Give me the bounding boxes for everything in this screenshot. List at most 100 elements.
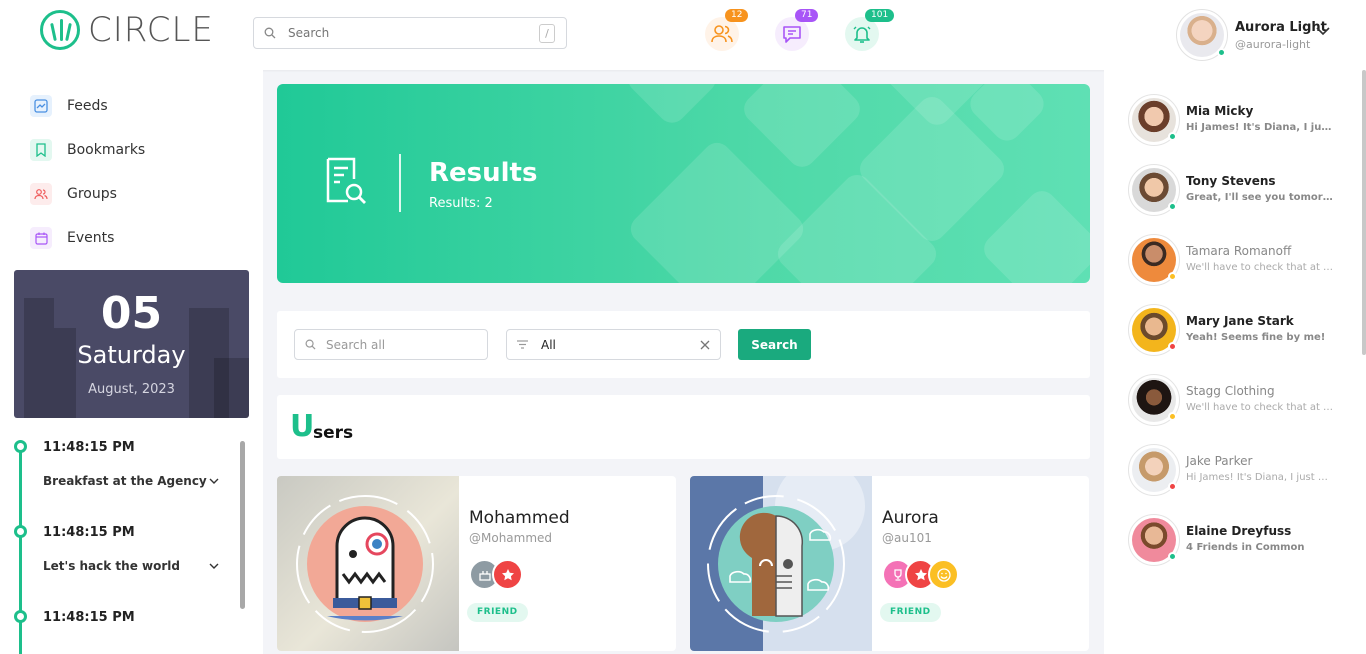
header-search[interactable]: / xyxy=(253,17,567,49)
left-sidebar: Feeds Bookmarks Groups Events 05 Saturda… xyxy=(0,70,263,654)
nav-label: Bookmarks xyxy=(67,142,146,158)
chat-item[interactable]: Tony Stevens Great, I'll see you tomorro… xyxy=(1128,164,1358,222)
chat-name: Mary Jane Stark xyxy=(1186,314,1294,328)
date-day: 05 xyxy=(100,288,163,339)
calendar-icon xyxy=(30,227,52,249)
banner-title: Results xyxy=(429,158,538,188)
nav-item-bookmarks[interactable]: Bookmarks xyxy=(30,139,145,161)
filter-bar: Search all All Search xyxy=(277,311,1090,378)
user-card-handle: @au101 xyxy=(882,531,932,545)
online-status-dot xyxy=(1217,48,1226,57)
search-all-field[interactable]: Search all xyxy=(294,329,488,360)
chevron-down-icon[interactable] xyxy=(209,478,219,485)
status-dot xyxy=(1168,342,1177,351)
timeline-time: 11:48:15 PM xyxy=(43,610,135,625)
status-dot xyxy=(1168,552,1177,561)
messages-count-badge: 71 xyxy=(795,9,819,22)
chat-item[interactable]: Jake Parker Hi James! It's Diana, I just… xyxy=(1128,444,1358,502)
users-icon xyxy=(711,25,733,43)
chat-name: Stagg Clothing xyxy=(1186,384,1275,398)
feeds-icon xyxy=(30,95,52,117)
nav-label: Events xyxy=(67,230,115,246)
status-dot xyxy=(1168,482,1177,491)
date-card: 05 Saturday August, 2023 xyxy=(14,270,249,418)
users-heading-rest: sers xyxy=(313,423,354,443)
user-name: Aurora Light xyxy=(1235,19,1327,35)
bell-icon xyxy=(853,26,871,43)
search-all-placeholder: Search all xyxy=(326,337,386,352)
user-card[interactable]: Aurora @au101 FRIEND xyxy=(690,476,1089,651)
chat-sidebar: Mia Micky Hi James! It's Diana, I just w… xyxy=(1104,70,1366,654)
chevron-down-icon[interactable] xyxy=(209,563,219,570)
status-dot xyxy=(1168,272,1177,281)
bookmark-icon xyxy=(30,139,52,161)
nav-label: Feeds xyxy=(67,98,108,114)
logo-icon xyxy=(40,10,80,50)
friends-button[interactable]: 12 xyxy=(705,9,749,51)
logo[interactable]: CIRCLE xyxy=(40,10,214,50)
chat-name: Jake Parker xyxy=(1186,454,1253,468)
search-icon xyxy=(305,339,316,350)
users-section-header: U sers xyxy=(277,395,1090,459)
close-icon[interactable] xyxy=(700,340,710,350)
users-heading-initial: U xyxy=(290,409,315,444)
messages-button[interactable]: 71 xyxy=(775,9,819,51)
user-card-handle: @Mohammed xyxy=(469,531,553,545)
chat-sidebar-scrollbar[interactable] xyxy=(1362,70,1366,355)
friend-tag: FRIEND xyxy=(880,603,941,622)
user-card-name[interactable]: Mohammed xyxy=(469,508,570,528)
header-search-input[interactable] xyxy=(288,26,528,40)
chat-message: Yeah! Seems fine by me! xyxy=(1186,332,1326,343)
timeline-time: 11:48:15 PM xyxy=(43,525,135,540)
search-icon xyxy=(264,27,276,39)
chat-message: Hi James! It's Diana, I just wanted to l… xyxy=(1186,472,1336,483)
date-month-year: August, 2023 xyxy=(88,382,175,397)
type-select[interactable]: All xyxy=(506,329,721,360)
nav-label: Groups xyxy=(67,186,117,202)
user-card-name[interactable]: Aurora xyxy=(882,508,939,528)
user-cover-image xyxy=(690,476,872,651)
nav-item-feeds[interactable]: Feeds xyxy=(30,95,108,117)
search-document-icon xyxy=(326,157,366,204)
status-dot xyxy=(1168,412,1177,421)
chevron-down-icon[interactable] xyxy=(1316,27,1330,36)
date-weekday: Saturday xyxy=(77,341,186,369)
timeline-event-title[interactable]: Breakfast at the Agency xyxy=(43,474,207,488)
notifications-button[interactable]: 101 xyxy=(845,9,895,51)
search-button[interactable]: Search xyxy=(738,329,811,360)
search-shortcut-key: / xyxy=(539,24,555,43)
user-card[interactable]: Mohammed @Mohammed FRIEND xyxy=(277,476,676,651)
user-menu[interactable]: Aurora Light @aurora-light xyxy=(1176,9,1330,61)
chat-message: Hi James! It's Diana, I just wanted to l… xyxy=(1186,122,1336,133)
chat-item[interactable]: Stagg Clothing We'll have to check that … xyxy=(1128,374,1358,432)
chat-name: Elaine Dreyfuss xyxy=(1186,524,1292,538)
user-cover-image xyxy=(277,476,459,651)
events-timeline: 11:48:15 PM Breakfast at the Agency 11:4… xyxy=(14,435,259,654)
chat-message: We'll have to check that at the office xyxy=(1186,262,1336,273)
message-icon xyxy=(783,26,801,43)
chat-item[interactable]: Mia Micky Hi James! It's Diana, I just w… xyxy=(1128,94,1358,152)
user-avatar[interactable] xyxy=(1176,9,1228,61)
status-dot xyxy=(1168,132,1177,141)
nav-item-events[interactable]: Events xyxy=(30,227,114,249)
achievement-badges xyxy=(469,559,523,590)
friend-tag: FRIEND xyxy=(467,603,528,622)
logo-text: CIRCLE xyxy=(88,10,214,50)
nav-item-groups[interactable]: Groups xyxy=(30,183,117,205)
user-handle: @aurora-light xyxy=(1235,37,1311,51)
timeline-dot xyxy=(14,610,27,623)
results-banner: Results Results: 2 xyxy=(277,84,1090,283)
chat-item[interactable]: Tamara Romanoff We'll have to check that… xyxy=(1128,234,1358,292)
chat-item[interactable]: Mary Jane Stark Yeah! Seems fine by me! xyxy=(1128,304,1358,362)
groups-icon xyxy=(30,183,52,205)
chat-item[interactable]: Elaine Dreyfuss 4 Friends in Common xyxy=(1128,514,1358,572)
timeline-event-title[interactable]: Let's hack the world xyxy=(43,559,180,573)
status-dot xyxy=(1168,202,1177,211)
chat-message: 4 Friends in Common xyxy=(1186,542,1305,553)
chat-message: Great, I'll see you tomorrow!. xyxy=(1186,192,1336,203)
notifications-count-badge: 101 xyxy=(865,9,895,22)
friends-count-badge: 12 xyxy=(725,9,749,22)
filter-icon xyxy=(517,340,528,349)
timeline-scrollbar[interactable] xyxy=(240,441,245,609)
top-header: CIRCLE / 12 71 101 Aurora Light @aurora-… xyxy=(0,0,1366,70)
